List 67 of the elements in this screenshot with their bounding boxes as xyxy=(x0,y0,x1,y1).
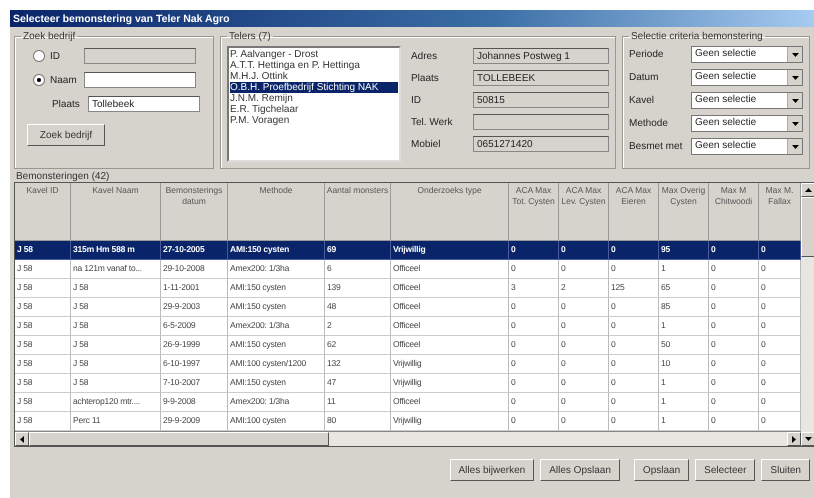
window-title: Selecteer bemonstering van Teler Nak Agro xyxy=(13,12,230,24)
field-label: Plaats xyxy=(52,98,81,110)
dropdown-arrow-icon xyxy=(792,144,798,148)
dropdown-arrow-icon xyxy=(792,76,798,80)
dialog-button[interactable]: Alles Opslaan xyxy=(540,459,620,481)
field-label: ID xyxy=(411,94,422,106)
readonly-field: 0651271420 xyxy=(473,136,609,152)
dropdown[interactable]: Geen selectie xyxy=(691,92,803,109)
group-title: Telers (7) xyxy=(228,31,272,42)
field-label: Kavel xyxy=(629,95,656,106)
field-label: Adres xyxy=(411,50,438,62)
scroll-thumb[interactable] xyxy=(29,432,329,446)
list-item[interactable]: A.T.T. Hettinga en P. Hettinga xyxy=(230,60,398,71)
dialog-button[interactable]: Opslaan xyxy=(634,459,690,481)
dialog-button[interactable]: Alles bijwerken xyxy=(450,459,534,481)
dropdown-arrow-icon xyxy=(792,52,798,56)
dropdown-arrow-icon xyxy=(792,122,798,126)
horizontal-scrollbar[interactable] xyxy=(15,431,801,446)
radio-label: ID xyxy=(50,50,61,62)
table-row[interactable]: J 58 achterop120 mtr.... 9-9-2008 Amex200: 1/3ha 11 Officeel 0 0 0 1 0 0 xyxy=(15,393,801,412)
input-field[interactable] xyxy=(84,72,196,88)
list-item[interactable]: J.N.M. Remijn xyxy=(230,93,398,104)
radio-button[interactable] xyxy=(33,50,45,62)
table-row[interactable]: J 58 J 58 29-9-2003 AMI:150 cysten 48 Officeel 0 0 0 85 0 0 xyxy=(15,298,801,317)
dialog-button[interactable]: Selecteer xyxy=(695,459,756,481)
field-label: Methode xyxy=(629,118,669,129)
table-row[interactable]: J 58 J 58 6-10-1997 AMI:100 cysten/1200 132 Vrijwillig 0 0 0 10 0 0 xyxy=(15,355,801,374)
readonly-field: Johannes Postweg 1 xyxy=(473,48,609,64)
field-label: Besmet met xyxy=(629,141,684,152)
group-title: Selectie criteria bemonstering xyxy=(630,31,764,42)
list-item[interactable]: O.B.H. Proefbedrijf Stichting NAK xyxy=(230,82,398,93)
readonly-field: TOLLEBEEK xyxy=(473,70,609,86)
scroll-down-icon xyxy=(804,437,812,441)
table-row[interactable]: J 58 J 58 1-11-2001 AMI:150 cysten 139 Officeel 3 2 125 65 0 0 xyxy=(15,279,801,298)
table-row[interactable]: J 58 315m Hm 588 m 27-10-2005 AMI:150 cysten 69 Vrijwillig 0 0 0 95 0 0 xyxy=(15,241,801,260)
scroll-thumb[interactable] xyxy=(801,197,814,257)
field-label: Tel. Werk xyxy=(411,116,454,128)
list-item[interactable]: E.R. Tigchelaar xyxy=(230,104,398,115)
dropdown[interactable]: Geen selectie xyxy=(691,46,803,63)
dialog-button[interactable]: Sluiten xyxy=(761,459,810,481)
scroll-right-icon xyxy=(792,436,796,442)
table-row[interactable]: J 58 J 58 7-10-2007 AMI:150 cysten 47 Vrijwillig 0 0 0 1 0 0 xyxy=(15,374,801,393)
input-field[interactable] xyxy=(84,48,196,64)
list-item[interactable]: P. Aalvanger - Drost xyxy=(230,49,398,60)
radio-button[interactable] xyxy=(33,74,45,86)
scroll-left-icon xyxy=(20,436,24,442)
field-label: Plaats xyxy=(411,72,440,84)
list-item[interactable]: M.H.J. Ottink xyxy=(230,71,398,82)
group-title: Zoek bedrijf xyxy=(22,31,76,42)
search-button[interactable]: Zoek bedrijf xyxy=(27,124,105,146)
input-field[interactable]: Tollebeek xyxy=(88,96,200,112)
radio-label: Naam xyxy=(50,74,78,86)
vertical-scrollbar[interactable] xyxy=(801,183,814,446)
field-label: Mobiel xyxy=(411,138,442,150)
dropdown-arrow-icon xyxy=(792,98,798,102)
group-title: Bemonsteringen (42) xyxy=(15,171,110,182)
dropdown[interactable]: Geen selectie xyxy=(691,115,803,132)
readonly-field: 50815 xyxy=(473,92,609,108)
scroll-up-icon xyxy=(804,188,812,192)
table-row[interactable]: J 58 J 58 6-5-2009 Amex200: 1/3ha 2 Officeel 0 0 0 1 0 0 xyxy=(15,317,801,336)
list-item[interactable]: P.M. Voragen xyxy=(230,115,398,126)
table-row[interactable]: J 58 na 121m vanaf to... 29-10-2008 Amex200: 1/3ha 6 Officeel 0 0 0 1 0 0 xyxy=(15,260,801,279)
field-label: Periode xyxy=(629,49,664,60)
dropdown[interactable]: Geen selectie xyxy=(691,69,803,86)
field-label: Datum xyxy=(629,72,660,83)
dropdown[interactable]: Geen selectie xyxy=(691,138,803,155)
table-row[interactable]: J 58 J 58 26-9-1999 AMI:150 cysten 62 Officeel 0 0 0 50 0 0 xyxy=(15,336,801,355)
